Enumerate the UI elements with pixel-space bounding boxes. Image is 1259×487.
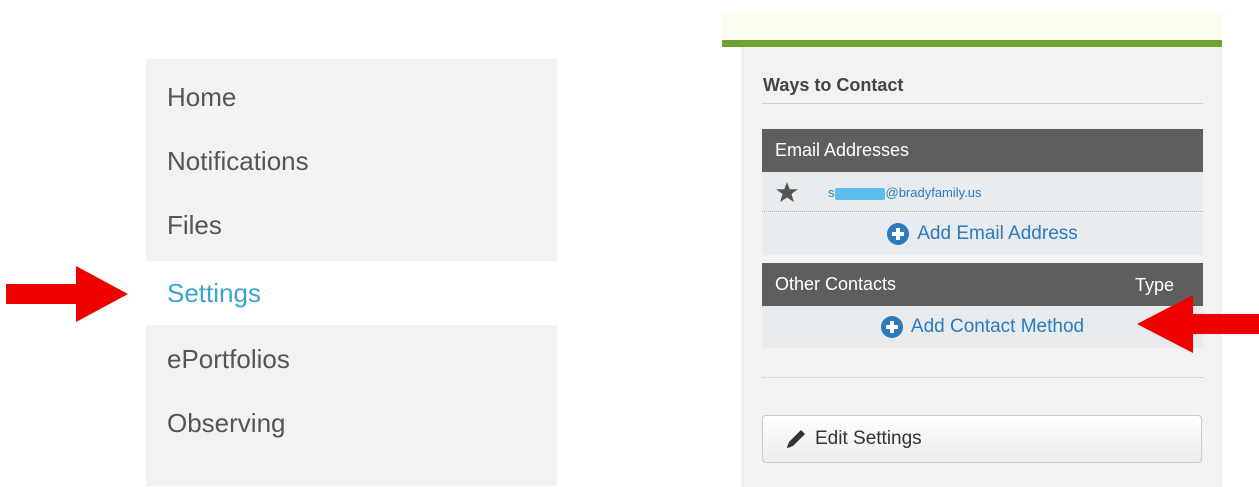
email-row: s @bradyfamily.us (762, 172, 1203, 212)
plus-circle-icon (887, 223, 910, 245)
sidebar-nav: Home Notifications Files Settings ePortf… (146, 59, 557, 486)
email-table-header: Email Addresses (762, 129, 1203, 172)
email-header-label: Email Addresses (775, 140, 910, 160)
section-title: Ways to Contact (763, 75, 904, 95)
add-email-address-link[interactable]: Add Email Address (762, 213, 1203, 255)
add-email-label: Add Email Address (917, 223, 1078, 244)
add-contact-label: Add Contact Method (910, 316, 1085, 337)
email-prefix: s (828, 185, 835, 200)
arrow-left-icon (1137, 295, 1259, 353)
plus-circle-icon (880, 316, 903, 338)
nav-item-eportfolios[interactable]: ePortfolios (146, 327, 557, 391)
arrow-right-icon (6, 266, 128, 322)
redaction-bar (834, 187, 885, 200)
title-divider (762, 103, 1203, 104)
green-divider-bar (722, 40, 1222, 47)
nav-item-notifications[interactable]: Notifications (146, 129, 557, 193)
other-contacts-label: Other Contacts (775, 274, 897, 294)
nav-item-observing[interactable]: Observing (146, 391, 557, 455)
type-column-header: Type (1134, 275, 1174, 295)
email-domain: @bradyfamily.us (885, 185, 982, 200)
top-banner (722, 12, 1222, 42)
pencil-icon (787, 430, 805, 448)
nav-item-files[interactable]: Files (146, 193, 557, 257)
dotted-divider (762, 377, 1203, 378)
nav-item-settings[interactable]: Settings (146, 261, 557, 325)
star-icon[interactable] (776, 182, 798, 202)
email-address: s @bradyfamily.us (828, 185, 982, 200)
nav-item-home[interactable]: Home (146, 65, 557, 129)
edit-settings-label: Edit Settings (815, 428, 922, 449)
edit-settings-button[interactable]: Edit Settings (762, 415, 1202, 463)
contact-panel: Ways to Contact Email Addresses s @bradyf… (741, 47, 1222, 487)
